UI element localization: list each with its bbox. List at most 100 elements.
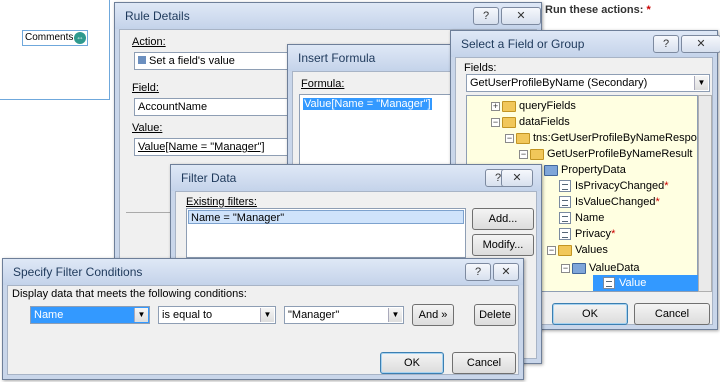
tree-item-label: dataFields: [519, 116, 570, 128]
modify-filter-button[interactable]: Modify...: [472, 234, 534, 256]
specify-filter-help-button[interactable]: ?: [465, 263, 491, 281]
folder-icon: [558, 244, 572, 256]
collapse-toggle-icon[interactable]: −: [547, 245, 556, 255]
comments-tab[interactable]: Comments ⇔: [22, 30, 88, 46]
comments-label: Comments: [25, 32, 74, 43]
tree-item-label: GetUserProfileByNameResult: [547, 148, 693, 160]
fields-label: Fields:: [464, 62, 497, 74]
tree-item-label: Value: [619, 277, 647, 289]
filter-list-item-label: Name = "Manager": [191, 212, 285, 224]
circle-arrow-icon[interactable]: ⇔: [74, 32, 86, 44]
add-filter-button[interactable]: Add...: [472, 208, 534, 230]
collapse-toggle-icon[interactable]: −: [505, 133, 514, 143]
tree-item-label: IsValueChanged: [575, 196, 656, 208]
tree-item-label: Values: [575, 244, 608, 256]
tree-item-values[interactable]: − Values: [547, 242, 608, 258]
action-label: Action:: [132, 36, 166, 48]
required-asterisk: *: [611, 228, 616, 240]
rule-details-close-button[interactable]: ✕: [501, 7, 541, 25]
field-icon: [559, 212, 571, 225]
chevron-down-icon[interactable]: ▼: [694, 76, 708, 90]
specify-filter-ok-button[interactable]: OK: [380, 352, 444, 374]
collapse-toggle-icon[interactable]: −: [561, 263, 570, 273]
folder-icon: [502, 100, 516, 112]
run-actions-heading: Run these actions: *: [545, 4, 651, 16]
compare-value: "Manager": [288, 309, 340, 321]
run-actions-label: Run these actions:: [545, 4, 644, 16]
expand-toggle-icon[interactable]: +: [491, 101, 500, 111]
required-asterisk: *: [646, 4, 651, 16]
field-input[interactable]: AccountName: [134, 98, 294, 116]
pencil-icon: [138, 56, 146, 64]
insert-formula-title: Insert Formula: [288, 45, 466, 71]
formula-label: Formula:: [301, 78, 345, 90]
filter-field-value: Name: [34, 309, 64, 321]
conditions-instruction: Display data that meets the following co…: [12, 288, 247, 300]
collapse-toggle-icon[interactable]: −: [491, 117, 500, 127]
compare-value-select[interactable]: "Manager" ▼: [284, 306, 404, 324]
tree-item-label: PropertyData: [561, 164, 626, 176]
tree-item-result[interactable]: − GetUserProfileByNameResult: [519, 146, 693, 162]
specify-filter-body: Display data that meets the following co…: [7, 285, 519, 375]
rule-details-help-button[interactable]: ?: [473, 7, 499, 25]
field-icon: [603, 277, 615, 290]
value-label: Value:: [132, 122, 163, 134]
field-icon: [559, 180, 571, 193]
tree-item-response[interactable]: − tns:GetUserProfileByNameResponse: [505, 130, 698, 146]
tree-item-isvaluechanged[interactable]: IsValueChanged*: [559, 194, 660, 210]
select-field-close-button[interactable]: ✕: [681, 35, 720, 53]
filter-data-close-button[interactable]: ✕: [501, 169, 533, 187]
tree-item-datafields[interactable]: − dataFields: [491, 114, 570, 130]
tree-item-valuedata[interactable]: − ValueData: [561, 260, 640, 276]
select-field-cancel-button[interactable]: Cancel: [634, 303, 710, 325]
folder-icon: [502, 116, 516, 128]
tree-item-label: Name: [575, 212, 605, 224]
existing-filters-label: Existing filters:: [186, 196, 257, 208]
field-icon: [559, 228, 571, 241]
folder-icon: [516, 132, 530, 144]
filter-list[interactable]: Name = "Manager": [186, 208, 466, 258]
chevron-down-icon[interactable]: ▼: [260, 308, 274, 322]
specify-filter-dialog: Specify Filter Conditions ? ✕ Display da…: [2, 258, 524, 380]
tree-item-value[interactable]: Value: [593, 275, 698, 291]
field-icon: [559, 196, 571, 209]
operator-value: is equal to: [162, 309, 213, 321]
tree-scrollbar[interactable]: [698, 95, 712, 292]
tree-item-label: Privacy: [575, 228, 612, 240]
formula-text[interactable]: Value[Name = "Manager"]: [303, 98, 432, 110]
select-field-ok-button[interactable]: OK: [552, 303, 628, 325]
action-select[interactable]: Set a field's value: [134, 52, 304, 70]
and-button[interactable]: And »: [412, 304, 454, 326]
specify-filter-title: Specify Filter Conditions: [3, 259, 523, 285]
select-field-help-button[interactable]: ?: [653, 35, 679, 53]
folder-icon: [530, 148, 544, 160]
tree-item-privacy[interactable]: Privacy*: [559, 226, 615, 242]
specify-filter-close-button[interactable]: ✕: [493, 263, 519, 281]
chevron-down-icon[interactable]: ▼: [388, 308, 402, 322]
chevron-down-icon[interactable]: ▼: [134, 308, 148, 322]
data-source-select[interactable]: GetUserProfileByName (Secondary) ▼: [466, 74, 710, 92]
tree-item-label: ValueData: [589, 262, 640, 274]
collapse-toggle-icon[interactable]: −: [519, 149, 528, 159]
tree-item-label: tns:GetUserProfileByNameResponse: [533, 132, 698, 144]
field-label: Field:: [132, 82, 159, 94]
value-input[interactable]: Value[Name = "Manager"]: [134, 138, 294, 156]
tree-item-isprivacychanged[interactable]: IsPrivacyChanged*: [559, 178, 669, 194]
repeating-group-icon: [544, 164, 558, 176]
operator-select[interactable]: is equal to ▼: [158, 306, 276, 324]
delete-condition-button[interactable]: Delete: [474, 304, 516, 326]
repeating-group-icon: [572, 262, 586, 274]
filter-field-select[interactable]: Name ▼: [30, 306, 150, 324]
required-asterisk: *: [664, 180, 669, 192]
tree-item-propertydata[interactable]: −PropertyData: [533, 162, 626, 178]
tree-item-queryfields[interactable]: + queryFields: [491, 98, 576, 114]
action-select-value: Set a field's value: [149, 55, 235, 67]
filter-list-item[interactable]: Name = "Manager": [188, 210, 464, 224]
specify-filter-cancel-button[interactable]: Cancel: [452, 352, 516, 374]
tree-item-name[interactable]: Name: [559, 210, 604, 226]
required-asterisk: *: [655, 196, 660, 208]
data-source-value: GetUserProfileByName (Secondary): [470, 77, 648, 89]
tree-item-label: IsPrivacyChanged: [575, 180, 665, 192]
tree-item-label: queryFields: [519, 100, 576, 112]
background-form-panel: [0, 0, 110, 100]
